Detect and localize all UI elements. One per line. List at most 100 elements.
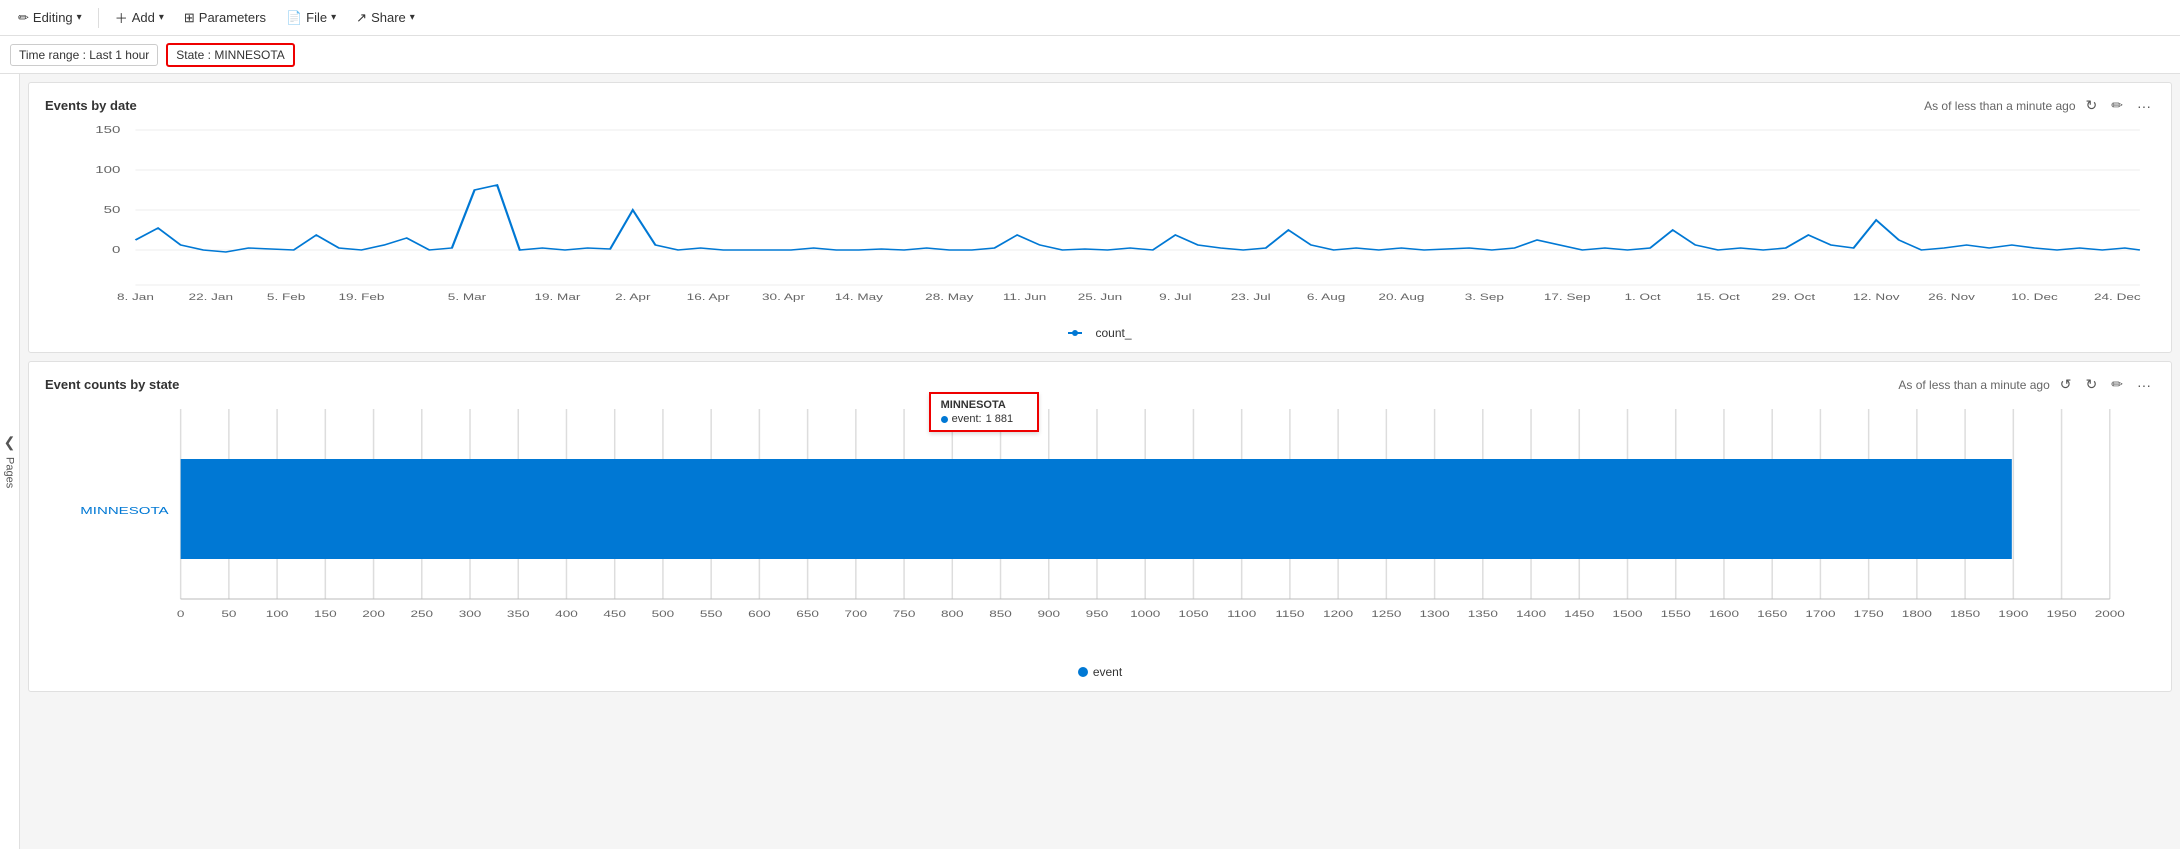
- svg-text:1450: 1450: [1564, 610, 1594, 619]
- panel2-legend: event: [45, 665, 2155, 679]
- svg-text:400: 400: [555, 610, 578, 619]
- svg-text:50: 50: [104, 204, 121, 216]
- svg-text:29. Oct: 29. Oct: [1771, 293, 1816, 302]
- panel2-refresh1-btn[interactable]: ↺: [2056, 374, 2076, 395]
- file-label: File: [306, 10, 327, 25]
- svg-text:1400: 1400: [1516, 610, 1546, 619]
- svg-text:1250: 1250: [1371, 610, 1401, 619]
- panel-events-by-date: Events by date As of less than a minute …: [28, 82, 2172, 353]
- svg-text:17. Sep: 17. Sep: [1544, 293, 1591, 302]
- panel2-status: As of less than a minute ago: [1898, 378, 2049, 392]
- panel2-edit-btn[interactable]: ✏: [2107, 374, 2127, 395]
- svg-text:700: 700: [845, 610, 868, 619]
- svg-text:15. Oct: 15. Oct: [1696, 293, 1741, 302]
- panel1-header: Events by date As of less than a minute …: [45, 95, 2155, 116]
- svg-text:100: 100: [95, 164, 120, 176]
- svg-text:1300: 1300: [1420, 610, 1450, 619]
- svg-text:50: 50: [221, 610, 236, 619]
- panel1-more-btn[interactable]: ···: [2133, 96, 2155, 116]
- svg-text:1150: 1150: [1275, 610, 1304, 619]
- toolbar: ✏ Editing ▾ ＋ Add ▾ ⊞ Parameters 📄 File …: [0, 0, 2180, 36]
- svg-text:1550: 1550: [1661, 610, 1691, 619]
- svg-text:19. Mar: 19. Mar: [534, 293, 580, 302]
- editing-button[interactable]: ✏ Editing ▾: [10, 6, 90, 30]
- svg-text:900: 900: [1037, 610, 1060, 619]
- collapse-icon: ❮: [4, 434, 16, 451]
- content-area: Events by date As of less than a minute …: [20, 74, 2180, 849]
- panel2-more-btn[interactable]: ···: [2133, 375, 2155, 395]
- svg-text:12. Nov: 12. Nov: [1853, 293, 1900, 302]
- svg-text:950: 950: [1086, 610, 1109, 619]
- svg-text:500: 500: [652, 610, 675, 619]
- bar-chart-container: MINNESOTA 0 50 100 150 200 250 300 350 4…: [45, 399, 2155, 659]
- svg-text:1100: 1100: [1227, 610, 1256, 619]
- svg-text:MINNESOTA: MINNESOTA: [80, 505, 169, 517]
- svg-text:1500: 1500: [1612, 610, 1642, 619]
- panel2-refresh2-btn[interactable]: ↻: [2082, 374, 2102, 395]
- panel1-edit-btn[interactable]: ✏: [2107, 95, 2127, 116]
- parameters-label: Parameters: [199, 10, 266, 25]
- legend-line-icon: [1068, 328, 1090, 338]
- add-button[interactable]: ＋ Add ▾: [107, 4, 172, 31]
- svg-text:1000: 1000: [1130, 610, 1160, 619]
- svg-text:1800: 1800: [1902, 610, 1932, 619]
- svg-text:600: 600: [748, 610, 771, 619]
- svg-text:450: 450: [603, 610, 626, 619]
- time-range-chip[interactable]: Time range : Last 1 hour: [10, 44, 158, 66]
- svg-text:650: 650: [796, 610, 819, 619]
- panel1-refresh-btn[interactable]: ↻: [2082, 95, 2102, 116]
- pages-side-tab[interactable]: ❮ Pages: [0, 74, 20, 849]
- panel2-actions: As of less than a minute ago ↺ ↻ ✏ ···: [1898, 374, 2155, 395]
- share-button[interactable]: ↗ Share ▾: [348, 6, 423, 30]
- state-label: State : MINNESOTA: [176, 48, 284, 62]
- svg-text:1900: 1900: [1998, 610, 2028, 619]
- svg-text:3. Sep: 3. Sep: [1465, 293, 1504, 302]
- add-icon: ＋: [115, 8, 128, 27]
- add-chevron-icon: ▾: [159, 12, 164, 23]
- panel1-legend: count_: [45, 326, 2155, 340]
- legend-event: event: [1078, 665, 1122, 679]
- svg-text:350: 350: [507, 610, 530, 619]
- panel2-title: Event counts by state: [45, 377, 179, 392]
- file-chevron-icon: ▾: [331, 12, 336, 23]
- edit-icon: ✏: [18, 10, 29, 26]
- svg-text:24. Dec: 24. Dec: [2094, 293, 2141, 302]
- add-label: Add: [132, 10, 155, 25]
- parameters-button[interactable]: ⊞ Parameters: [176, 6, 274, 30]
- svg-text:16. Apr: 16. Apr: [687, 293, 730, 302]
- time-range-label: Time range : Last 1 hour: [19, 48, 149, 62]
- svg-text:1750: 1750: [1854, 610, 1884, 619]
- state-chip[interactable]: State : MINNESOTA: [166, 43, 294, 67]
- minnesota-bar: [181, 459, 2012, 559]
- svg-text:1850: 1850: [1950, 610, 1980, 619]
- svg-text:5. Mar: 5. Mar: [448, 293, 487, 302]
- svg-text:1050: 1050: [1178, 610, 1208, 619]
- svg-text:1200: 1200: [1323, 610, 1353, 619]
- svg-text:23. Jul: 23. Jul: [1231, 293, 1271, 302]
- svg-text:22. Jan: 22. Jan: [189, 293, 233, 302]
- svg-text:550: 550: [700, 610, 723, 619]
- svg-text:2. Apr: 2. Apr: [615, 293, 651, 302]
- legend-count: count_: [1068, 326, 1131, 340]
- svg-text:28. May: 28. May: [925, 293, 973, 302]
- svg-text:2000: 2000: [2095, 610, 2125, 619]
- main-layout: ❮ Pages Events by date As of less than a…: [0, 74, 2180, 849]
- svg-text:10. Dec: 10. Dec: [2011, 293, 2058, 302]
- share-chevron-icon: ▾: [410, 12, 415, 23]
- svg-text:0: 0: [177, 610, 185, 619]
- svg-text:0: 0: [112, 244, 120, 256]
- svg-text:1950: 1950: [2046, 610, 2076, 619]
- svg-text:850: 850: [989, 610, 1012, 619]
- svg-text:1600: 1600: [1709, 610, 1739, 619]
- parameters-icon: ⊞: [184, 10, 195, 26]
- legend-event-dot: [1078, 667, 1088, 677]
- svg-text:800: 800: [941, 610, 964, 619]
- panel1-actions: As of less than a minute ago ↻ ✏ ···: [1924, 95, 2155, 116]
- svg-text:1650: 1650: [1757, 610, 1787, 619]
- svg-text:30. Apr: 30. Apr: [762, 293, 805, 302]
- panel2-legend-label: event: [1093, 665, 1122, 679]
- chevron-down-icon: ▾: [77, 12, 82, 23]
- file-button[interactable]: 📄 File ▾: [278, 6, 344, 30]
- svg-text:200: 200: [362, 610, 385, 619]
- share-icon: ↗: [356, 10, 367, 26]
